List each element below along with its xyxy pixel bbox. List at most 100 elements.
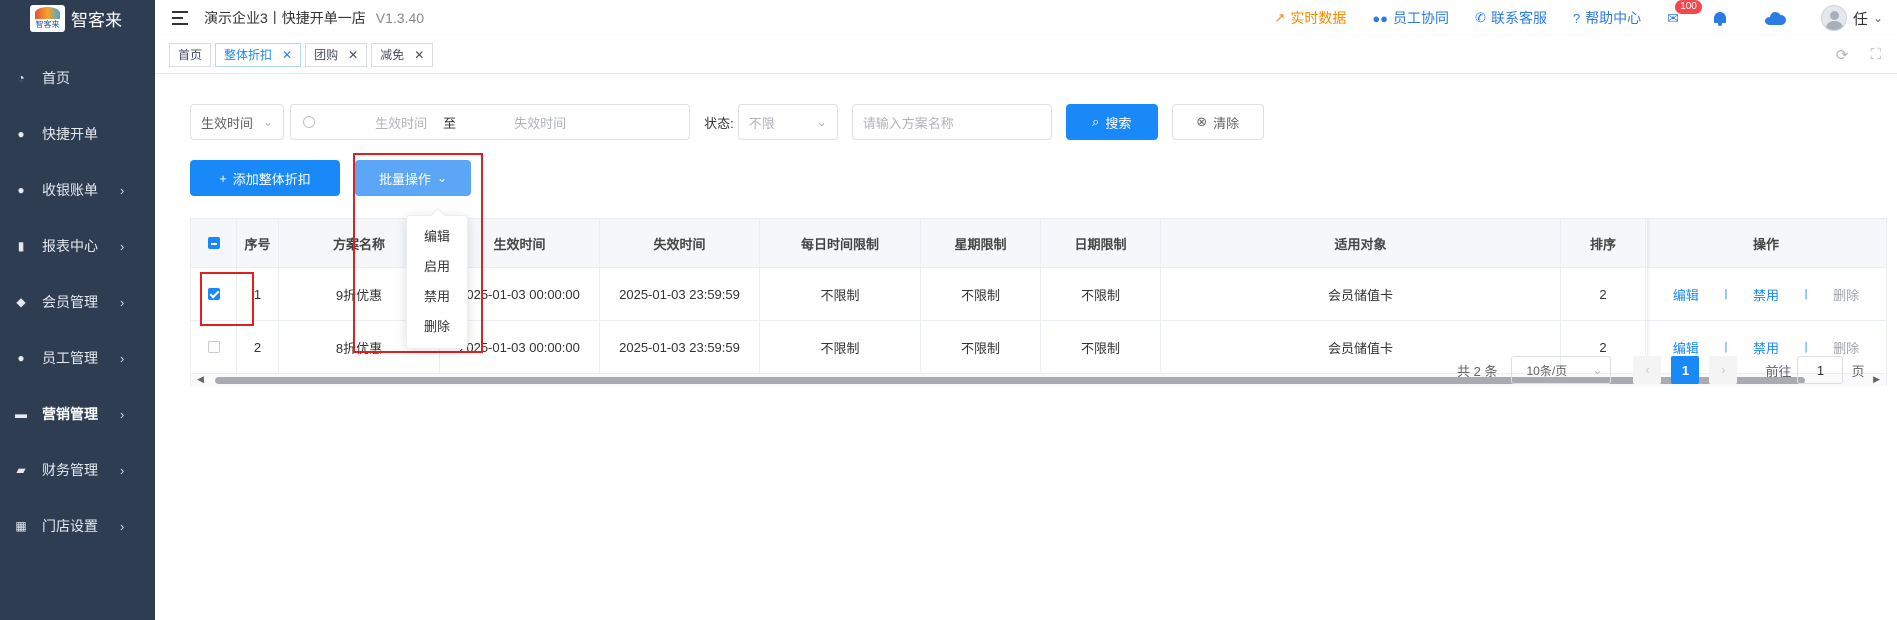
select-all-cell[interactable] <box>191 219 237 267</box>
tab-label: 减免 <box>380 48 405 62</box>
staff-collab-label: 员工协同 <box>1393 10 1450 26</box>
tab-group-buy[interactable]: 团购 ✕ <box>305 42 368 67</box>
next-page-button[interactable]: › <box>1709 356 1738 384</box>
bell-icon[interactable] <box>1713 11 1727 26</box>
status-value: 不限 <box>748 115 775 131</box>
range-separator: 至 <box>443 115 457 131</box>
time-type-select[interactable]: 生效时间 ⌄ <box>190 104 285 140</box>
header-cell: 星期限制 <box>921 219 1041 267</box>
batch-menu-disable[interactable]: 禁用 <box>407 282 467 312</box>
edit-link[interactable]: 编辑 <box>1673 285 1699 304</box>
moneybag-icon: ● <box>17 127 25 141</box>
close-icon[interactable]: ✕ <box>282 48 292 62</box>
plan-name-placeholder: 请输入方案名称 <box>862 115 954 131</box>
tab-reduction[interactable]: 减免 ✕ <box>371 42 434 67</box>
add-discount-button[interactable]: + 添加整体折扣 <box>190 160 340 196</box>
ops-separator: | <box>1804 288 1808 300</box>
disable-link[interactable]: 禁用 <box>1753 338 1779 357</box>
contact-support-link[interactable]: ✆ 联系客服 <box>1475 8 1547 28</box>
sidebar-item-label: 财务管理 <box>42 462 98 478</box>
tab-overall-discount[interactable]: 整体折扣 ✕ <box>215 42 302 67</box>
avatar[interactable] <box>1820 5 1847 31</box>
menu-toggle-icon[interactable] <box>172 11 188 25</box>
sidebar: 智客来 智客来 ◔ 首页 ● 快捷开单 ● 收银账单 › ▮ 报表中心 › ◆ … <box>0 0 155 620</box>
sidebar-item-store-settings[interactable]: ▦ 门店设置 › <box>0 498 155 554</box>
delete-link[interactable]: 删除 <box>1833 338 1859 357</box>
time-type-value: 生效时间 <box>201 115 254 131</box>
sidebar-item-label: 员工管理 <box>42 350 98 366</box>
chevron-right-icon: › <box>120 406 125 422</box>
sidebar-item-label: 门店设置 <box>42 518 98 534</box>
tab-bar: 首页 整体折扣 ✕ 团购 ✕ 减免 ✕ ⟳ ⛶ <box>155 36 1897 74</box>
sidebar-item-reports[interactable]: ▮ 报表中心 › <box>0 218 155 274</box>
diamond-icon: ◆ <box>16 295 26 309</box>
current-page[interactable]: 1 <box>1671 356 1700 384</box>
tab-tools: ⟳ ⛶ <box>1814 46 1881 64</box>
sidebar-item-quick-order[interactable]: ● 快捷开单 <box>0 106 155 162</box>
end-date-input[interactable]: 失效时间 <box>514 113 566 132</box>
disable-link[interactable]: 禁用 <box>1753 285 1779 304</box>
scroll-left-icon[interactable]: ◀ <box>197 374 204 385</box>
contact-support-label: 联系客服 <box>1490 10 1547 26</box>
chevron-down-icon: ⌄ <box>263 115 274 129</box>
sidebar-item-label: 报表中心 <box>42 238 98 254</box>
chevron-right-icon: › <box>120 182 125 198</box>
row-checkbox[interactable] <box>207 341 220 353</box>
search-bar: 生效时间 ⌄ 生效时间 至 失效时间 状态: 不限 ⌄ 请输入方案名称 ⌕ 搜索 <box>190 104 1264 140</box>
help-center-link[interactable]: ? 帮助中心 <box>1573 8 1641 28</box>
tab-label: 整体折扣 <box>224 48 273 62</box>
sidebar-item-marketing[interactable]: ▬ 营销管理 › <box>0 386 155 442</box>
tab-home[interactable]: 首页 <box>169 42 212 67</box>
realtime-data-link[interactable]: ↗ 实时数据 <box>1274 8 1346 28</box>
close-icon[interactable]: ✕ <box>348 48 358 62</box>
prev-page-button[interactable]: ‹ <box>1633 356 1662 384</box>
batch-menu-delete[interactable]: 删除 <box>407 312 467 342</box>
batch-menu-edit[interactable]: 编辑 <box>407 222 467 252</box>
refresh-icon[interactable]: ⟳ <box>1836 46 1849 64</box>
search-icon: ⌕ <box>1092 114 1100 129</box>
chevron-down-icon[interactable]: ⌄ <box>1873 11 1883 25</box>
row-end-time: 2025-01-03 23:59:59 <box>600 321 760 373</box>
start-date-input[interactable]: 生效时间 <box>375 113 427 132</box>
ops-separator: | <box>1724 341 1728 353</box>
plan-name-input[interactable]: 请输入方案名称 <box>851 104 1052 140</box>
search-button[interactable]: ⌕ 搜索 <box>1065 104 1158 140</box>
chevron-right-icon: › <box>120 518 125 534</box>
page-title: 演示企业3丨快捷开单一店 <box>204 10 366 26</box>
logo[interactable]: 智客来 智客来 <box>0 0 155 36</box>
sidebar-item-staff[interactable]: ● 员工管理 › <box>0 330 155 386</box>
header-cell: 失效时间 <box>600 219 760 267</box>
goto-page-input[interactable]: 1 <box>1797 356 1844 384</box>
sidebar-item-label: 首页 <box>42 70 70 86</box>
delete-link[interactable]: 删除 <box>1833 285 1859 304</box>
chevron-left-icon: ‹ <box>1645 363 1650 377</box>
sidebar-item-label: 快捷开单 <box>42 126 98 142</box>
staff-collab-link[interactable]: ●● 员工协同 <box>1372 8 1449 28</box>
sidebar-item-members[interactable]: ◆ 会员管理 › <box>0 274 155 330</box>
row-target: 会员储值卡 <box>1161 268 1561 320</box>
clear-button[interactable]: ⊗ 清除 <box>1171 104 1264 140</box>
row-daily-limit: 不限制 <box>760 321 921 373</box>
user-name[interactable]: 任 <box>1853 8 1868 29</box>
row-week-limit: 不限制 <box>921 268 1041 320</box>
edit-link[interactable]: 编辑 <box>1673 338 1699 357</box>
status-select[interactable]: 不限 ⌄ <box>737 104 838 140</box>
fixed-column-shadow <box>1647 219 1651 374</box>
select-all-checkbox[interactable] <box>207 237 220 249</box>
batch-menu-enable[interactable]: 启用 <box>407 252 467 282</box>
date-range-picker[interactable]: 生效时间 至 失效时间 <box>290 104 691 140</box>
sidebar-item-cash-bills[interactable]: ● 收银账单 › <box>0 162 155 218</box>
fullscreen-icon[interactable]: ⛶ <box>1870 46 1881 63</box>
row-no: 2 <box>237 321 279 373</box>
sidebar-item-home[interactable]: ◔ 首页 <box>0 50 155 106</box>
row-date-limit: 不限制 <box>1041 321 1161 373</box>
moneybag-icon: ● <box>17 183 25 197</box>
mail-icon[interactable]: ✉ 100 <box>1667 0 1702 27</box>
tab-label: 首页 <box>178 48 203 62</box>
page-size-select[interactable]: 10条/页 ⌄ <box>1511 356 1612 384</box>
cloud-icon[interactable] <box>1764 11 1787 25</box>
sidebar-item-finance[interactable]: ▰ 财务管理 › <box>0 442 155 498</box>
chevron-down-icon: ⌄ <box>816 115 827 129</box>
close-icon[interactable]: ✕ <box>414 48 424 62</box>
scroll-right-icon[interactable]: ▶ <box>1873 374 1880 385</box>
